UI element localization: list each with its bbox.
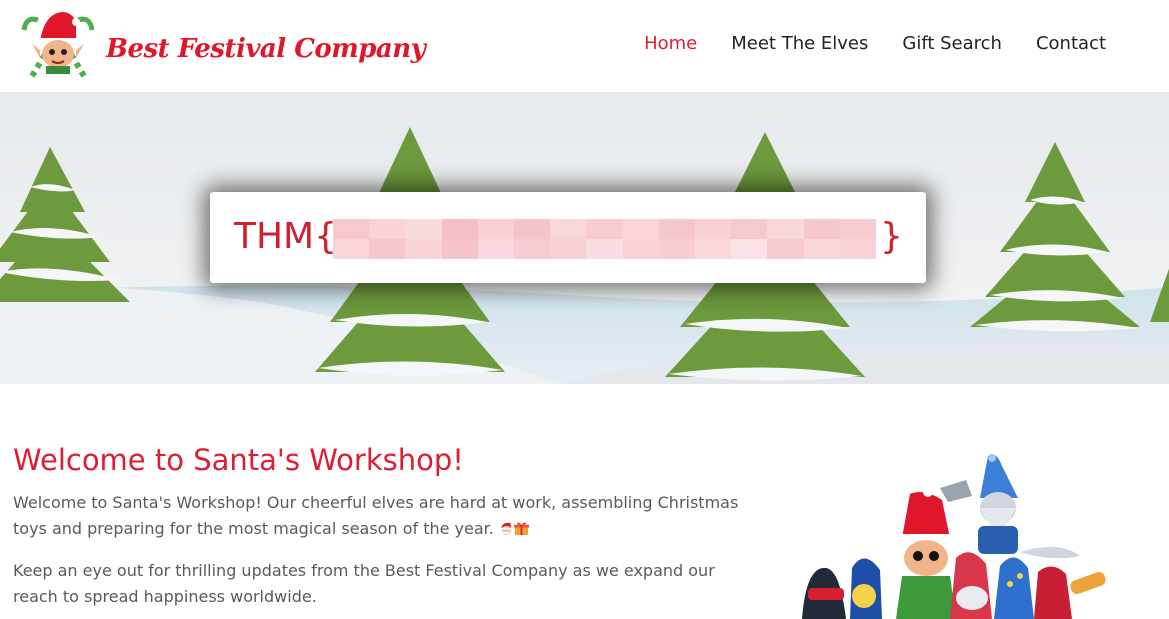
- nav-home-link[interactable]: Home: [644, 32, 697, 56]
- intro-paragraph: Welcome to Santa's Workshop! Our cheerfu…: [13, 490, 753, 542]
- flag-blurred-value: [333, 219, 876, 259]
- santa-emoji-icon: [500, 522, 513, 536]
- nav-contact-link[interactable]: Contact: [1036, 32, 1106, 56]
- flag-card: THM{ }: [210, 192, 926, 283]
- nav-gift-search-link[interactable]: Gift Search: [902, 32, 1002, 56]
- gift-emoji-icon: [513, 522, 529, 536]
- brand-logo[interactable]: Best Festival Company: [18, 8, 426, 80]
- nav-meet-the-elves-link[interactable]: Meet The Elves: [731, 32, 868, 56]
- intro-paragraph-text: Welcome to Santa's Workshop! Our cheerfu…: [13, 493, 739, 538]
- flag-prefix: THM{: [234, 216, 338, 257]
- elf-logo-icon: [21, 12, 95, 78]
- elves-illustration: [802, 454, 1106, 619]
- hero-banner: THM{ }: [0, 92, 1169, 384]
- updates-paragraph: Keep an eye out for thrilling updates fr…: [13, 561, 715, 606]
- flag-suffix: }: [880, 216, 903, 257]
- brand-name: Best Festival Company: [106, 34, 426, 64]
- page-title: Welcome to Santa's Workshop!: [13, 443, 464, 477]
- main-nav: Home Meet The Elves Gift Search Contact: [610, 32, 1106, 56]
- site-header: Best Festival Company Home Meet The Elve…: [0, 0, 1169, 92]
- welcome-section: Welcome to Santa's Workshop! Welcome to …: [13, 442, 753, 619]
